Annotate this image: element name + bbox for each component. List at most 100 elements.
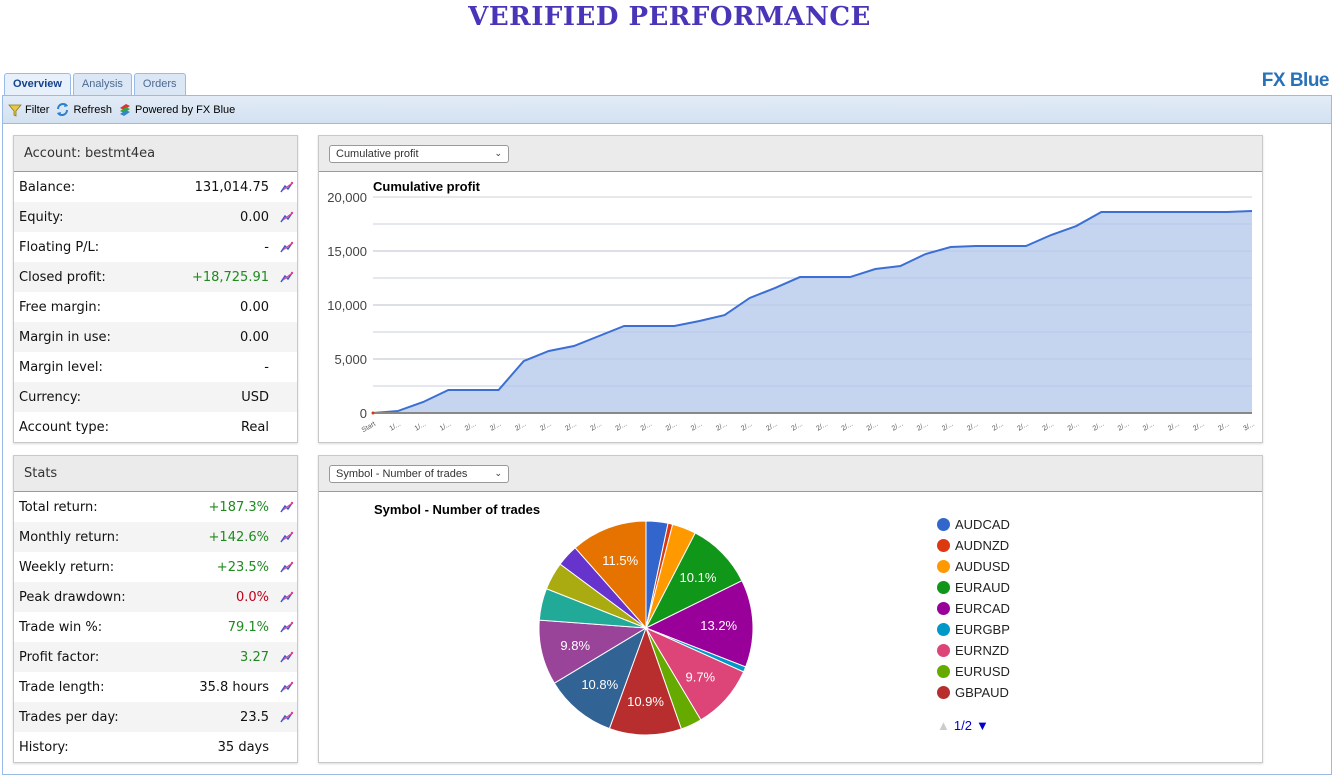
legend-item[interactable]: AUDCAD <box>937 514 1010 535</box>
chart-link-icon[interactable] <box>277 501 297 513</box>
legend-swatch <box>937 560 950 573</box>
data-point <box>1201 211 1203 213</box>
data-point <box>1050 234 1052 236</box>
data-point <box>548 350 550 352</box>
account-row: Currency: USD <box>14 382 297 412</box>
legend-label: EURAUD <box>955 580 1010 595</box>
chart-link-icon[interactable] <box>277 211 297 223</box>
stats-row-label: History: <box>19 739 69 755</box>
chart-link-icon[interactable] <box>277 651 297 663</box>
slice-label: 9.7% <box>685 669 715 684</box>
slice-label: 13.2% <box>700 618 737 633</box>
legend-item[interactable]: EURNZD <box>937 640 1010 661</box>
chart-link-icon[interactable] <box>277 591 297 603</box>
chart-link-icon[interactable] <box>277 241 297 253</box>
x-tick-label: 2/... <box>589 421 603 433</box>
x-tick-label: 1/... <box>439 421 453 433</box>
legend-pager: ▲ 1/2 ▼ <box>937 718 989 733</box>
chart-link-icon[interactable] <box>277 681 297 693</box>
chart2-header: Symbol - Number of trades ⌄ <box>319 456 1262 492</box>
account-row-value: 0.00 <box>240 299 269 315</box>
filter-button[interactable]: Filter <box>8 103 49 117</box>
chart-link-icon[interactable] <box>277 531 297 543</box>
legend-label: AUDUSD <box>955 559 1010 574</box>
account-row-label: Equity: <box>19 209 64 225</box>
legend-swatch <box>937 665 950 678</box>
y-tick-label: 5,000 <box>334 352 367 367</box>
x-tick-label: 2/... <box>1041 421 1055 433</box>
legend-swatch <box>937 623 950 636</box>
stats-row-value: 79.1% <box>227 619 269 635</box>
chart-link-icon[interactable] <box>277 621 297 633</box>
legend-item[interactable]: AUDNZD <box>937 535 1010 556</box>
account-title: Account: bestmt4ea <box>14 136 297 172</box>
stats-panel: Stats Total return: +187.3% Monthly return… <box>13 455 298 763</box>
toolbar: Filter Refresh Powered by FX Blue <box>3 96 1331 124</box>
chart2-type-select[interactable]: Symbol - Number of trades ⌄ <box>329 464 509 483</box>
chart-link-icon[interactable] <box>277 711 297 723</box>
data-point <box>598 335 600 337</box>
data-point <box>1226 211 1228 213</box>
data-point <box>1176 211 1178 213</box>
legend-label: AUDNZD <box>955 538 1010 553</box>
legend-prev-icon[interactable]: ▲ <box>937 718 950 733</box>
tab-orders[interactable]: Orders <box>133 73 186 95</box>
legend-item[interactable]: EURCAD <box>937 598 1010 619</box>
legend-next-icon[interactable]: ▼ <box>976 718 989 733</box>
chart-link-icon[interactable] <box>277 181 297 193</box>
data-point <box>925 253 927 255</box>
stats-row-value: +23.5% <box>216 559 269 575</box>
account-row-label: Currency: <box>19 389 82 405</box>
data-point <box>573 345 575 347</box>
x-tick-label: 2/... <box>815 421 829 433</box>
x-tick-label: 2/... <box>464 421 478 433</box>
legend-item[interactable]: GBPAUD <box>937 682 1010 703</box>
chart-link-icon[interactable] <box>277 271 297 283</box>
data-point <box>849 276 851 278</box>
data-point <box>1151 211 1153 213</box>
legend-item[interactable]: AUDUSD <box>937 556 1010 577</box>
account-row-label: Closed profit: <box>19 269 106 285</box>
data-point <box>899 265 901 267</box>
account-row-value: 131,014.75 <box>194 179 269 195</box>
stats-row-value: 35.8 hours <box>199 679 269 695</box>
data-point <box>1025 245 1027 247</box>
stats-row-label: Monthly return: <box>19 529 120 545</box>
stats-rows: Total return: +187.3% Monthly return: +142.… <box>14 492 297 762</box>
stats-row-label: Trade length: <box>19 679 105 695</box>
x-tick-label: 1/... <box>414 421 428 433</box>
stats-row-value: +142.6% <box>208 529 269 545</box>
data-point <box>874 268 876 270</box>
tab-overview[interactable]: Overview <box>4 73 71 96</box>
x-tick-label: 2/... <box>1067 421 1081 433</box>
chart-link-icon[interactable] <box>277 561 297 573</box>
legend-item[interactable]: EURAUD <box>937 577 1010 598</box>
x-tick-label: 2/... <box>790 421 804 433</box>
tab-analysis[interactable]: Analysis <box>72 73 132 95</box>
account-row: Closed profit: +18,725.91 <box>14 262 297 292</box>
account-row: Free margin: 0.00 <box>14 292 297 322</box>
stats-row: Peak drawdown: 0.0% <box>14 582 297 612</box>
x-tick-label: 2/... <box>1092 421 1106 433</box>
legend-label: AUDCAD <box>955 517 1010 532</box>
refresh-button[interactable]: Refresh <box>55 102 112 117</box>
legend-item[interactable]: EURUSD <box>937 661 1010 682</box>
slice-label: 10.8% <box>581 677 618 692</box>
data-point <box>698 320 700 322</box>
data-point <box>472 389 474 391</box>
chart1-select-value: Cumulative profit <box>336 147 419 160</box>
account-row-label: Floating P/L: <box>19 239 100 255</box>
account-row-value: - <box>264 239 269 255</box>
stats-title: Stats <box>14 456 297 492</box>
start-marker <box>371 411 375 415</box>
legend-item[interactable]: EURGBP <box>937 619 1010 640</box>
page-title: VERIFIED PERFORMANCE <box>468 2 871 32</box>
account-row-value: 0.00 <box>240 209 269 225</box>
slice-label: 10.1% <box>680 570 717 585</box>
chart1-type-select[interactable]: Cumulative profit ⌄ <box>329 144 509 163</box>
x-tick-label: 2/... <box>640 421 654 433</box>
x-tick-label: 2/... <box>514 421 528 433</box>
powered-by-link[interactable]: Powered by FX Blue <box>118 103 235 117</box>
account-row-label: Balance: <box>19 179 76 195</box>
y-tick-label: 15,000 <box>327 244 367 259</box>
